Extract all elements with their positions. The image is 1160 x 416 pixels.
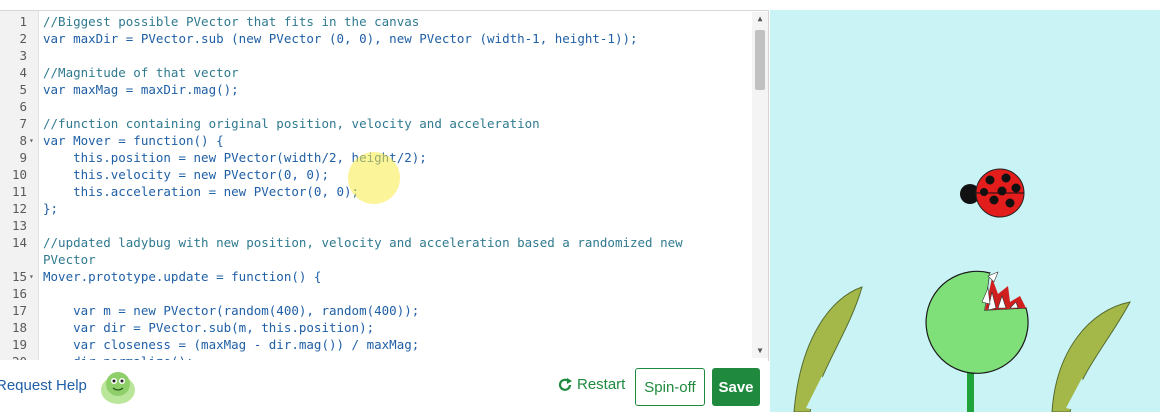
request-help-link[interactable]: Request Help bbox=[0, 377, 87, 394]
code-line[interactable]: 18 var dir = PVector.sub(m, this.positio… bbox=[0, 319, 754, 336]
line-number: 3 bbox=[19, 48, 27, 63]
code-text[interactable]: }; bbox=[43, 200, 58, 217]
line-number: 6 bbox=[19, 99, 27, 114]
code-text[interactable]: //function containing original position,… bbox=[43, 115, 540, 132]
code-line[interactable]: 17 var m = new PVector(random(400), rand… bbox=[0, 302, 754, 319]
line-number: 7 bbox=[19, 116, 27, 131]
right-leaf bbox=[1051, 301, 1131, 412]
line-number: 17 bbox=[11, 303, 27, 318]
code-line[interactable]: 7 //function containing original position… bbox=[0, 115, 754, 132]
save-button[interactable]: Save bbox=[712, 368, 760, 406]
canvas-drawing bbox=[793, 168, 1131, 412]
refresh-icon bbox=[558, 377, 572, 391]
spin-off-button[interactable]: Spin-off bbox=[635, 368, 705, 406]
code-text[interactable]: this.acceleration = new PVector(0, 0); bbox=[43, 183, 359, 200]
fold-arrow-icon[interactable]: ▾ bbox=[29, 268, 37, 285]
code-text[interactable]: //Biggest possible PVector that fits in … bbox=[43, 13, 419, 30]
scroll-thumb[interactable] bbox=[755, 30, 765, 90]
output-canvas[interactable] bbox=[770, 10, 1160, 412]
code-line[interactable]: 4 //Magnitude of that vector bbox=[0, 64, 754, 81]
code-editor[interactable]: 1 //Biggest possible PVector that fits in… bbox=[0, 10, 769, 361]
line-number: 4 bbox=[19, 65, 27, 80]
green-creature-avatar-icon[interactable] bbox=[98, 366, 138, 406]
scroll-up-arrow-icon[interactable]: ▲ bbox=[755, 14, 765, 24]
code-line[interactable]: 13 bbox=[0, 217, 754, 234]
line-number: 15 bbox=[11, 269, 27, 284]
restart-label: Restart bbox=[577, 376, 626, 393]
code-line[interactable]: 19 var closeness = (maxMag - dir.mag()) … bbox=[0, 336, 754, 353]
editor-scrollbar[interactable]: ▲ ▼ bbox=[752, 12, 768, 358]
code-line[interactable]: 5 var maxMag = maxDir.mag(); bbox=[0, 81, 754, 98]
restart-button[interactable]: Restart bbox=[557, 376, 625, 393]
line-number: 12 bbox=[11, 201, 27, 216]
code-text[interactable]: PVector bbox=[43, 251, 96, 268]
code-line[interactable]: 2 var maxDir = PVector.sub (new PVector (… bbox=[0, 30, 754, 47]
line-number: 16 bbox=[11, 286, 27, 301]
code-line[interactable]: 6 bbox=[0, 98, 754, 115]
line-number: 14 bbox=[11, 235, 27, 250]
code-line[interactable]: 16 bbox=[0, 285, 754, 302]
editor-toolbar: Request Help Restart Spin-off Save bbox=[0, 360, 768, 416]
code-line[interactable]: 14 //updated ladybug with new position, v… bbox=[0, 234, 754, 251]
code-text[interactable]: this.velocity = new PVector(0, 0); bbox=[43, 166, 329, 183]
left-leaf bbox=[793, 286, 863, 412]
code-line[interactable]: 1 //Biggest possible PVector that fits in… bbox=[0, 13, 754, 30]
code-line[interactable]: 8 ▾ var Mover = function() { bbox=[0, 132, 754, 149]
line-number: 2 bbox=[19, 31, 27, 46]
line-number: 13 bbox=[11, 218, 27, 233]
line-number: 5 bbox=[19, 82, 27, 97]
code-line[interactable]: PVector bbox=[0, 251, 754, 268]
carnivorous-plant bbox=[925, 270, 1029, 374]
code-text[interactable]: var m = new PVector(random(400), random(… bbox=[43, 302, 419, 319]
ladybug bbox=[960, 168, 1025, 218]
code-text[interactable]: //Magnitude of that vector bbox=[43, 64, 239, 81]
code-line[interactable]: 15 ▾ Mover.prototype.update = function() { bbox=[0, 268, 754, 285]
cursor-highlight bbox=[348, 152, 400, 204]
line-number: 1 bbox=[19, 14, 27, 29]
line-number: 9 bbox=[19, 150, 27, 165]
line-number: 10 bbox=[11, 167, 27, 182]
fold-arrow-icon[interactable]: ▾ bbox=[29, 132, 37, 149]
code-text[interactable]: var dir = PVector.sub(m, this.position); bbox=[43, 319, 374, 336]
code-text[interactable]: var Mover = function() { bbox=[43, 132, 224, 149]
code-text[interactable]: Mover.prototype.update = function() { bbox=[43, 268, 321, 285]
code-line[interactable]: 3 bbox=[0, 47, 754, 64]
line-number: 8 bbox=[19, 133, 27, 148]
line-number: 11 bbox=[11, 184, 27, 199]
line-number: 19 bbox=[11, 337, 27, 352]
code-text[interactable]: var closeness = (maxMag - dir.mag()) / m… bbox=[43, 336, 419, 353]
code-text[interactable]: var maxDir = PVector.sub (new PVector (0… bbox=[43, 30, 638, 47]
scroll-down-arrow-icon[interactable]: ▼ bbox=[755, 346, 765, 356]
line-number: 18 bbox=[11, 320, 27, 335]
code-text[interactable]: var maxMag = maxDir.mag(); bbox=[43, 81, 239, 98]
code-text[interactable]: //updated ladybug with new position, vel… bbox=[43, 234, 683, 251]
